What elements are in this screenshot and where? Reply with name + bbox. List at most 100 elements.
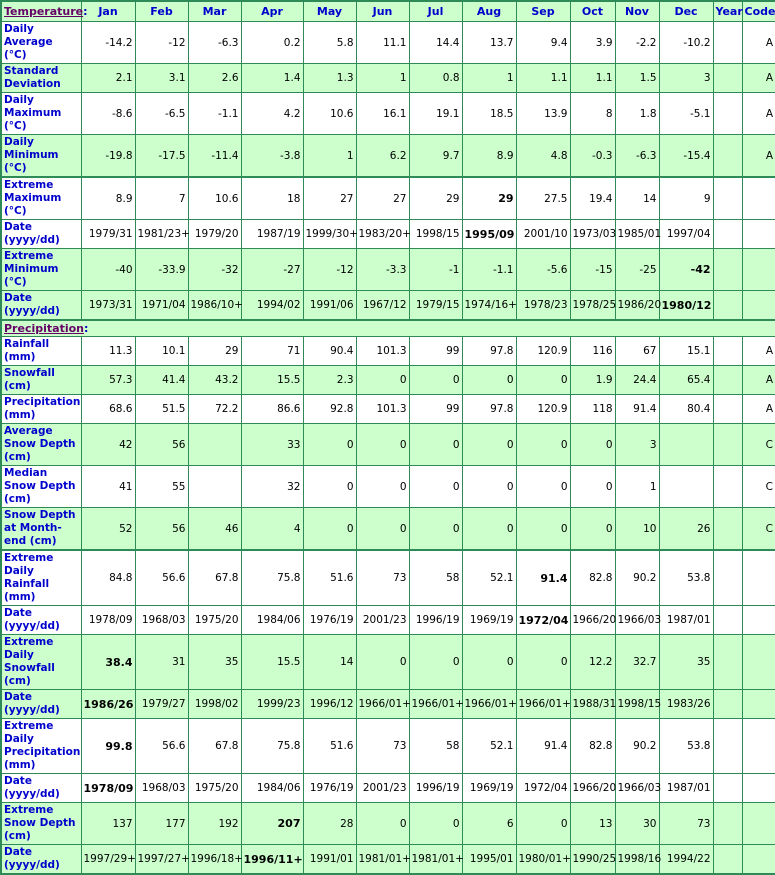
cell-aug: 8.9 [461, 134, 517, 178]
cell-feb: 1971/04 [134, 290, 189, 321]
cell-dec: 65.4 [658, 365, 714, 395]
cell-aug: 1995/09 [461, 219, 517, 249]
cell-sep: 91.4 [515, 549, 571, 606]
cell-jul: 99 [408, 394, 463, 424]
cell-may: 1991/01 [302, 844, 357, 875]
cell-nov: 1985/01 [614, 219, 661, 249]
precipitation-section-header: Precipitation: [0, 319, 775, 337]
cell-jan: 38.4 [80, 634, 136, 690]
cell-jan: -8.6 [80, 92, 136, 135]
cell-code [741, 605, 775, 635]
cell-apr: 75.8 [240, 718, 304, 774]
cell-jun: 1983/20+ [355, 219, 411, 249]
cell-aug: 1969/19 [461, 605, 517, 635]
cell-jun: 1 [355, 63, 410, 93]
cell-jan: 1997/29+ [80, 844, 136, 875]
cell-jun: 2001/23 [355, 773, 410, 803]
cell-apr: -27 [240, 248, 304, 291]
cell-apr: 86.6 [240, 394, 304, 424]
cell-oct: 1978/25 [569, 290, 616, 321]
cell-jun: 0 [355, 423, 410, 466]
cell-feb: 56.6 [134, 718, 189, 774]
cell-may: 1996/12 [302, 689, 357, 719]
month-header-sep: Sep [515, 0, 571, 22]
cell-feb: -33.9 [134, 248, 189, 291]
cell-feb: 1968/03 [134, 605, 189, 635]
cell-may: 5.8 [302, 21, 357, 64]
cell-code [741, 773, 775, 803]
cell-aug: 1995/01 [461, 844, 517, 875]
cell-code: A [741, 92, 775, 135]
cell-jun: 73 [355, 718, 410, 774]
cell-may: 1991/06 [302, 290, 357, 321]
cell-year [712, 634, 743, 690]
cell-year [712, 92, 743, 135]
row-label: Rainfall (mm) [0, 336, 82, 366]
cell-dec: 1987/01 [658, 605, 714, 635]
table-row: Standard Deviation 2.1 3.1 2.6 1.4 1.3 1 0.8 1 1.… [0, 63, 775, 93]
cell-jun: 0 [355, 465, 410, 508]
cell-dec: -10.2 [658, 21, 714, 64]
cell-mar: 2.6 [187, 63, 242, 93]
cell-jan: 84.8 [80, 549, 136, 606]
cell-jan: 1979/31 [80, 219, 136, 249]
temperature-link[interactable]: Temperature [4, 5, 83, 18]
cell-feb: 1968/03 [134, 773, 189, 803]
row-label: Snowfall (cm) [0, 365, 82, 395]
precipitation-section: Rainfall (mm) 11.3 10.1 29 71 90.4 101.3 99 97.8… [0, 336, 775, 875]
cell-year [712, 176, 743, 220]
row-label: Date (yyyy/dd) [0, 844, 82, 875]
row-label: Date (yyyy/dd) [0, 290, 82, 321]
cell-year [712, 802, 743, 845]
cell-code: C [741, 465, 775, 508]
cell-mar: 67.8 [187, 718, 242, 774]
cell-jan: 8.9 [80, 176, 136, 220]
code-header: Code [741, 0, 775, 22]
cell-aug: 1974/16+ [461, 290, 517, 321]
cell-year [712, 365, 743, 395]
cell-aug: 29 [461, 176, 517, 220]
cell-nov: 1986/20 [614, 290, 661, 321]
cell-nov: 14 [614, 176, 660, 220]
month-header-jul: Jul [408, 0, 463, 22]
cell-code [741, 718, 775, 774]
cell-nov: 32.7 [614, 634, 660, 690]
cell-jan: 57.3 [80, 365, 136, 395]
table-row: Date (yyyy/dd) 1973/31 1971/04 1986/10+ 1994… [0, 290, 775, 321]
cell-dec: 80.4 [658, 394, 714, 424]
cell-aug: 52.1 [461, 549, 517, 606]
cell-code: A [741, 365, 775, 395]
cell-feb: 1979/27 [134, 689, 189, 719]
cell-nov: 91.4 [614, 394, 660, 424]
cell-jul: 58 [408, 718, 463, 774]
cell-apr: 1994/02 [240, 290, 304, 321]
cell-jun: -3.3 [355, 248, 410, 291]
table-row: Extreme Daily Precipitation (mm) 99.8 56.6… [0, 718, 775, 774]
cell-sep: 1980/01+ [515, 844, 571, 875]
cell-nov: 1.8 [614, 92, 660, 135]
cell-apr: 32 [240, 465, 304, 508]
cell-nov: 1966/03 [614, 773, 661, 803]
table-row: Precipitation (mm) 68.6 51.5 72.2 86.6 92.8 10… [0, 394, 775, 424]
row-label: Average Snow Depth (cm) [0, 423, 82, 466]
cell-mar: 10.6 [187, 176, 242, 220]
cell-mar: 35 [187, 634, 242, 690]
month-header-dec: Dec [658, 0, 714, 22]
cell-may: 1 [302, 134, 357, 178]
cell-jun: 6.2 [355, 134, 410, 178]
row-label: Median Snow Depth (cm) [0, 465, 82, 508]
cell-sep: 1966/01+ [515, 689, 571, 719]
cell-feb: 7 [134, 176, 189, 220]
cell-apr: 0.2 [240, 21, 304, 64]
cell-dec: 1983/26 [658, 689, 714, 719]
precipitation-link[interactable]: Precipitation [4, 322, 84, 335]
table-row: Date (yyyy/dd) 1979/31 1981/23+ 1979/20 1987… [0, 219, 775, 249]
row-label: Extreme Daily Rainfall (mm) [0, 549, 82, 606]
cell-apr: 15.5 [240, 634, 304, 690]
cell-aug: 1966/01+ [461, 689, 517, 719]
cell-jun: 16.1 [355, 92, 410, 135]
cell-mar [187, 465, 242, 508]
table-row: Date (yyyy/dd) 1986/26 1979/27 1998/02 1999/… [0, 689, 775, 719]
cell-apr: 1987/19 [240, 219, 304, 249]
cell-sep: 120.9 [515, 394, 571, 424]
